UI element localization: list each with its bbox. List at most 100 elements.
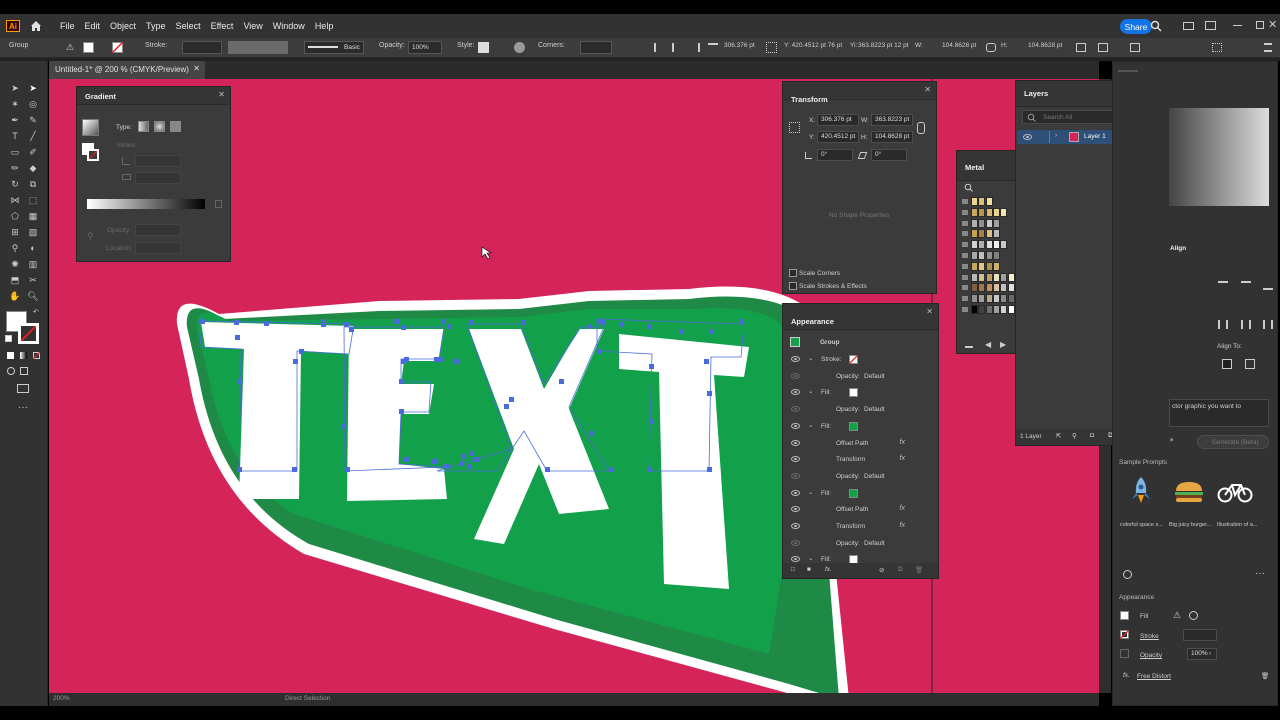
distribute-bottom-icon[interactable] (1263, 320, 1273, 329)
expand-chevron-icon[interactable]: ⌄ (808, 387, 813, 395)
metal-swatch[interactable] (985, 197, 993, 206)
visibility-eye-icon[interactable] (791, 539, 800, 546)
metal-swatch[interactable] (1007, 294, 1015, 304)
metal-swatch[interactable] (1007, 272, 1015, 282)
layer-name[interactable]: Layer 1 (1084, 133, 1106, 140)
metal-swatch[interactable] (978, 229, 986, 239)
close-icon[interactable]: ✕ (1268, 18, 1280, 31)
menu-help[interactable]: Help (315, 21, 334, 31)
sample-prompt-1[interactable]: colorful space s... (1120, 522, 1163, 528)
mesh-tool-icon[interactable]: ⊞ (9, 227, 21, 237)
metal-swatch[interactable] (992, 305, 1000, 314)
recolor-artwork-icon[interactable] (514, 42, 525, 53)
metal-swatch[interactable] (985, 305, 993, 314)
swatch-folder-icon[interactable] (962, 199, 968, 204)
generate-button[interactable]: Generate (Beta) (1197, 435, 1269, 449)
transform-icon[interactable] (1076, 43, 1086, 52)
swatch-folder-icon[interactable] (962, 253, 968, 258)
metal-swatch[interactable] (971, 294, 978, 304)
rotate-angle-input[interactable]: 0° (817, 149, 853, 161)
locate-object-icon[interactable]: ⚲ (1072, 432, 1077, 440)
info-icon[interactable] (1123, 570, 1132, 579)
effect-fx-icon[interactable]: fx (900, 455, 905, 462)
stroke-color-swatch[interactable] (849, 355, 858, 364)
visibility-eye-icon[interactable] (791, 456, 800, 463)
generate-options-icon[interactable]: ✶ (1169, 436, 1174, 444)
brush-definition[interactable]: Basic (304, 41, 364, 54)
zoom-level[interactable]: 200% (53, 695, 70, 702)
line-tool-icon[interactable]: ╱ (27, 131, 39, 141)
workspace-icon[interactable] (1205, 21, 1216, 30)
panel-close-icon[interactable]: ✕ (924, 85, 931, 94)
metal-swatch[interactable] (992, 261, 1000, 271)
metal-swatch[interactable] (978, 294, 986, 304)
metal-swatch-grid[interactable] (962, 197, 1017, 327)
metal-swatch[interactable] (978, 305, 986, 314)
pen-tool-icon[interactable]: ✒ (9, 115, 21, 125)
menu-edit[interactable]: Edit (85, 21, 101, 31)
expand-chevron-icon[interactable]: ⌄ (808, 488, 813, 496)
effect-fx-icon[interactable]: fx (900, 522, 905, 529)
hand-tool-icon[interactable]: ✋ (9, 291, 21, 301)
gradient-mode-icon[interactable] (20, 352, 27, 359)
metal-swatch[interactable] (985, 294, 993, 304)
align-center-icon[interactable] (672, 43, 682, 52)
vertical-align-bottom-icon[interactable] (1263, 281, 1273, 290)
flip-icon[interactable] (1130, 43, 1140, 52)
appearance-row-value[interactable]: Default (864, 406, 885, 413)
vertical-align-center-icon[interactable] (1241, 281, 1251, 290)
fill-swatch[interactable] (83, 42, 94, 53)
swatch-folder-icon[interactable] (962, 220, 968, 226)
metal-swatch[interactable] (978, 283, 986, 293)
sample-prompt-3[interactable]: Illustration of a... (1217, 522, 1257, 528)
effect-fx-icon[interactable]: fx (900, 439, 905, 446)
metal-swatch[interactable] (1000, 240, 1008, 250)
appearance-row-value[interactable]: Default (864, 373, 885, 380)
shape-builder-tool-icon[interactable]: ⬠ (9, 211, 21, 221)
expand-chevron-icon[interactable]: ⌄ (808, 354, 813, 362)
properties-fill-swatch[interactable] (1120, 611, 1129, 620)
default-colors-icon[interactable] (5, 335, 12, 342)
metal-swatch[interactable] (978, 251, 986, 260)
align-top-icon[interactable] (708, 43, 718, 52)
metal-swatch[interactable] (978, 207, 986, 217)
menu-select[interactable]: Select (176, 21, 201, 31)
metal-swatch[interactable] (992, 283, 1000, 293)
gradient-slider-bar[interactable] (87, 199, 205, 209)
appearance-row[interactable]: Transform fx (783, 451, 919, 468)
metal-swatch[interactable] (978, 218, 986, 228)
metal-swatch[interactable] (971, 207, 978, 217)
panel-close-icon[interactable]: ✕ (218, 90, 225, 99)
menu-effect[interactable]: Effect (211, 21, 234, 31)
visibility-eye-icon[interactable] (791, 556, 800, 563)
metal-swatch[interactable] (971, 283, 978, 293)
appearance-row[interactable]: ⌄ Fill: (783, 418, 919, 435)
stroke-weight-input[interactable] (182, 41, 222, 54)
distribute-top-icon[interactable] (1218, 320, 1228, 329)
properties-opacity-label[interactable]: Opacity (1140, 652, 1162, 659)
metal-swatch[interactable] (971, 272, 978, 282)
share-button[interactable]: Share (1120, 19, 1152, 34)
metal-swatch[interactable] (1000, 283, 1008, 293)
close-tab-icon[interactable]: ✕ (193, 64, 200, 73)
corners-input[interactable] (580, 41, 612, 54)
width-tool-icon[interactable]: ⋈ (9, 195, 21, 205)
transform-h-input[interactable]: 104.8628 pt (871, 131, 913, 143)
swatch-folder-icon[interactable] (962, 231, 968, 237)
align-to-selection-icon[interactable] (1222, 359, 1232, 369)
expand-chevron-icon[interactable]: ⌄ (808, 421, 813, 429)
fill-color-swatch[interactable] (849, 388, 858, 398)
eyedropper-tool-icon[interactable]: ⚲ (9, 243, 21, 253)
appearance-row-value[interactable]: Default (864, 540, 885, 547)
lasso-tool-icon[interactable]: ◎ (27, 99, 39, 109)
appearance-row[interactable]: ⌄ Fill: (783, 384, 919, 401)
add-new-effect-icon[interactable]: fx. (825, 566, 832, 573)
swatch-folder-icon[interactable] (962, 263, 968, 269)
align-to-artboard-icon[interactable] (1245, 359, 1255, 369)
metal-swatch[interactable] (992, 207, 1000, 217)
metal-swatch[interactable] (978, 272, 986, 282)
scale-strokes-checkbox[interactable] (789, 282, 797, 290)
color-mode-icon[interactable] (7, 352, 14, 359)
gradient-location-input[interactable] (135, 242, 181, 254)
metal-swatch[interactable] (978, 261, 986, 271)
